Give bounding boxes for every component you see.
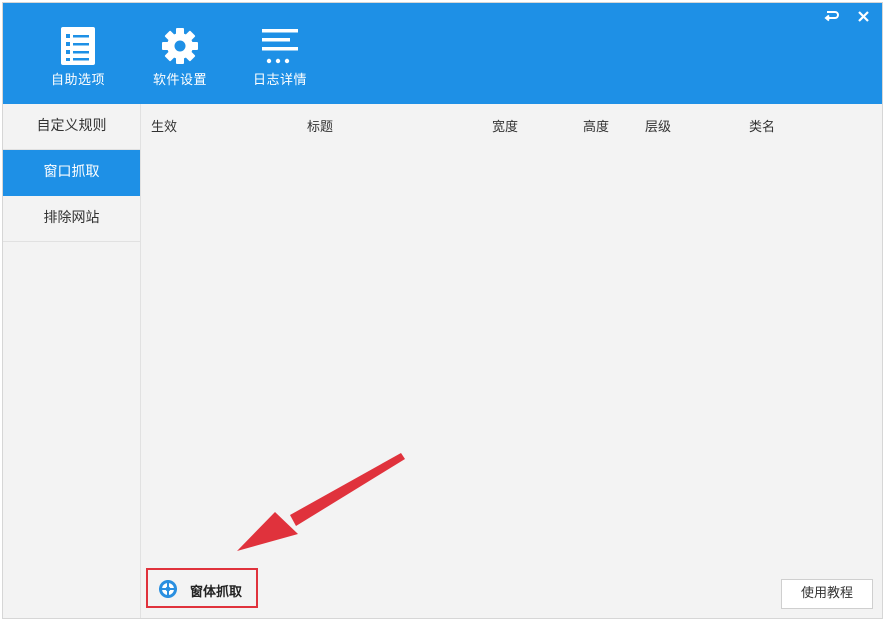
toolbar-log-button[interactable]: 日志详情 — [240, 17, 320, 97]
main-content: 生效 标题 宽度 高度 层级 类名 窗体抓取 使用教程 — [142, 104, 882, 618]
column-header-class-name[interactable]: 类名 — [749, 116, 775, 135]
top-toolbar: 自助选项 软件设置 日志详情 — [3, 3, 882, 104]
tutorial-button[interactable]: 使用教程 — [781, 579, 873, 609]
app-window: 自助选项 软件设置 日志详情 自定义规则 窗口抓取 排除网站 生效 标题 宽度 … — [2, 2, 883, 619]
close-icon[interactable] — [855, 8, 873, 26]
sidebar: 自定义规则 窗口抓取 排除网站 — [3, 104, 141, 618]
window-capture-label: 窗体抓取 — [190, 585, 243, 600]
sidebar-item-exclude-sites[interactable]: 排除网站 — [3, 196, 140, 242]
checklist-icon — [61, 27, 95, 65]
toolbar-log-label: 日志详情 — [252, 73, 307, 88]
column-header-enabled[interactable]: 生效 — [151, 116, 177, 135]
toolbar-settings-label: 软件设置 — [152, 73, 207, 88]
toolbar-self-help-button[interactable]: 自助选项 — [38, 17, 118, 97]
gear-icon — [162, 28, 198, 64]
toolbar-settings-button[interactable]: 软件设置 — [140, 17, 220, 97]
sidebar-item-window-capture[interactable]: 窗口抓取 — [3, 150, 140, 196]
column-header-width[interactable]: 宽度 — [492, 116, 518, 135]
sidebar-item-custom-rules[interactable]: 自定义规则 — [3, 104, 140, 150]
table-header: 生效 标题 宽度 高度 层级 类名 — [142, 104, 882, 140]
column-header-title[interactable]: 标题 — [307, 116, 333, 135]
column-header-height[interactable]: 高度 — [583, 116, 609, 135]
window-capture-button[interactable]: 窗体抓取 — [146, 568, 258, 608]
restore-icon[interactable] — [823, 8, 841, 26]
log-lines-icon — [262, 29, 298, 64]
column-header-level[interactable]: 层级 — [645, 116, 671, 135]
toolbar-self-help-label: 自助选项 — [50, 73, 105, 88]
crosshair-target-icon — [159, 580, 177, 598]
